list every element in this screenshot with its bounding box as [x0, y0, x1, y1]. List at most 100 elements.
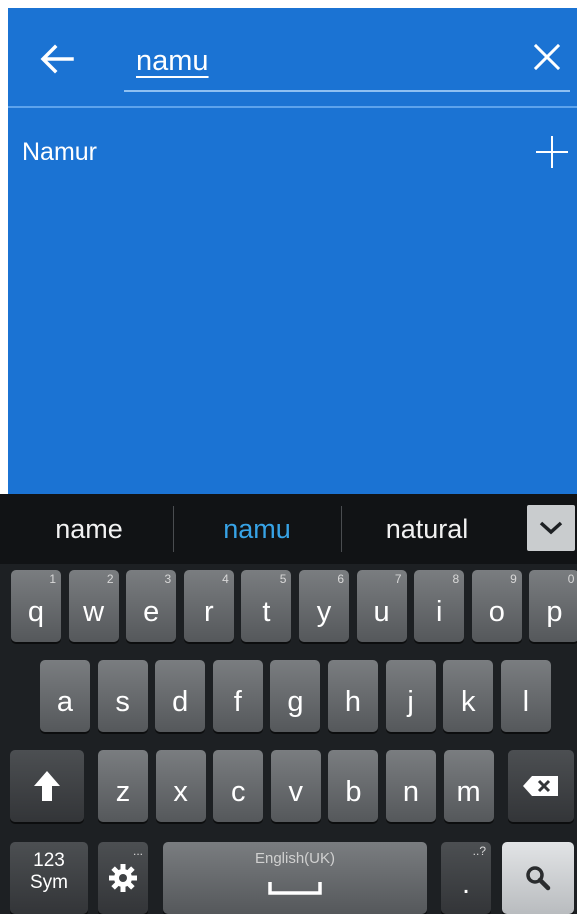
key-v-label: v — [288, 776, 304, 808]
key-r-hint: 4 — [222, 572, 229, 586]
key-x-label: x — [173, 776, 188, 808]
search-field[interactable] — [124, 32, 570, 92]
key-z[interactable]: z — [98, 750, 148, 822]
key-a-label: a — [56, 686, 74, 718]
key-l-label: l — [522, 686, 530, 718]
key-x[interactable]: x — [155, 750, 206, 822]
key-w-label: w — [83, 596, 105, 628]
clear-search-button[interactable] — [526, 36, 568, 78]
suggestion-name[interactable]: name — [6, 494, 172, 564]
key-o[interactable]: 9o — [471, 570, 522, 642]
settings-key[interactable]: ... — [98, 842, 148, 914]
key-r[interactable]: 4r — [183, 570, 234, 642]
key-t[interactable]: 5t — [241, 570, 292, 642]
key-g-label: g — [287, 686, 304, 718]
key-j-label: j — [407, 686, 414, 718]
key-i-label: i — [435, 596, 443, 628]
key-b-label: b — [345, 776, 362, 808]
search-screen: Namur — [8, 8, 577, 494]
key-p-hint: 0 — [567, 572, 575, 586]
key-s[interactable]: s — [97, 660, 148, 732]
key-w-hint: 2 — [106, 572, 114, 586]
symbols-key-top-label: 123 — [33, 850, 65, 871]
key-c-label: c — [230, 776, 246, 808]
suggestion-natural[interactable]: natural — [342, 494, 512, 564]
toolbar-divider — [8, 106, 577, 108]
key-q-hint: 1 — [49, 572, 56, 586]
key-n[interactable]: n — [386, 750, 436, 822]
key-h-label: h — [344, 686, 362, 718]
add-location-button[interactable] — [532, 132, 572, 172]
gear-icon — [109, 864, 137, 892]
suggestion-namu[interactable]: namu — [174, 494, 340, 564]
key-o-hint: 9 — [510, 572, 517, 586]
key-e-label: e — [143, 596, 160, 628]
key-z-label: z — [115, 776, 131, 808]
space-key-language: English(UK) — [254, 850, 336, 867]
key-l[interactable]: l — [500, 660, 551, 732]
period-key-hint: ..? — [472, 844, 486, 858]
key-v[interactable]: v — [270, 750, 321, 822]
key-d-label: d — [172, 686, 189, 718]
key-n-label: n — [402, 776, 420, 808]
key-p[interactable]: 0p — [529, 570, 577, 642]
search-toolbar — [8, 8, 577, 106]
key-f-label: f — [233, 686, 242, 718]
backspace-key[interactable] — [508, 750, 574, 822]
result-label: Namur — [22, 138, 98, 166]
key-b[interactable]: b — [328, 750, 379, 822]
key-f[interactable]: f — [212, 660, 263, 732]
backspace-icon — [523, 776, 558, 796]
key-p-label: p — [546, 596, 563, 628]
key-y-hint: 6 — [337, 572, 344, 586]
key-y[interactable]: 6y — [299, 570, 349, 642]
expand-suggestions-button[interactable] — [527, 505, 575, 551]
key-o-label: o — [488, 596, 505, 628]
search-key[interactable] — [502, 842, 574, 914]
on-screen-keyboard: name namu natural 1q2w3e4r5t6y7u8i9o0p a… — [0, 494, 577, 914]
key-i-hint: 8 — [452, 572, 460, 586]
result-item[interactable]: Namur — [8, 122, 577, 182]
key-k-label: k — [460, 686, 476, 718]
key-a[interactable]: a — [40, 660, 90, 732]
key-u-label: u — [373, 596, 390, 628]
key-j[interactable]: j — [385, 660, 436, 732]
shift-key[interactable] — [10, 750, 84, 822]
key-e[interactable]: 3e — [126, 570, 177, 642]
plus-icon — [536, 136, 568, 168]
key-h[interactable]: h — [328, 660, 378, 732]
space-key[interactable]: English(UK) — [163, 842, 427, 914]
back-button[interactable] — [34, 36, 80, 82]
key-r-label: r — [203, 596, 214, 628]
period-key[interactable]: ..? . — [441, 842, 491, 914]
key-s-label: s — [115, 686, 130, 718]
shift-icon — [34, 771, 60, 801]
key-k[interactable]: k — [443, 660, 494, 732]
key-t-hint: 5 — [279, 572, 287, 586]
spacebar-icon — [268, 882, 322, 895]
search-icon — [526, 866, 551, 891]
close-icon — [533, 43, 561, 71]
key-g[interactable]: g — [270, 660, 321, 732]
settings-key-hint: ... — [132, 844, 143, 858]
suggestion-bar: name namu natural — [0, 494, 577, 564]
key-w[interactable]: 2w — [68, 570, 119, 642]
key-t-label: t — [262, 596, 271, 628]
key-i[interactable]: 8i — [414, 570, 465, 642]
key-c[interactable]: c — [213, 750, 264, 822]
arrow-left-icon — [40, 44, 74, 74]
key-m[interactable]: m — [443, 750, 494, 822]
key-y-label: y — [316, 596, 332, 628]
key-u-hint: 7 — [394, 572, 402, 586]
search-input[interactable] — [136, 40, 516, 82]
symbols-key[interactable]: 123 Sym — [10, 842, 88, 914]
key-q[interactable]: 1q — [11, 570, 61, 642]
key-m-label: m — [456, 776, 481, 808]
key-d[interactable]: d — [155, 660, 206, 732]
chevron-down-icon — [539, 521, 563, 535]
key-u[interactable]: 7u — [356, 570, 407, 642]
key-e-hint: 3 — [164, 572, 172, 586]
symbols-key-bottom-label: Sym — [30, 872, 68, 893]
period-key-label: . — [461, 868, 471, 900]
key-q-label: q — [27, 596, 45, 628]
